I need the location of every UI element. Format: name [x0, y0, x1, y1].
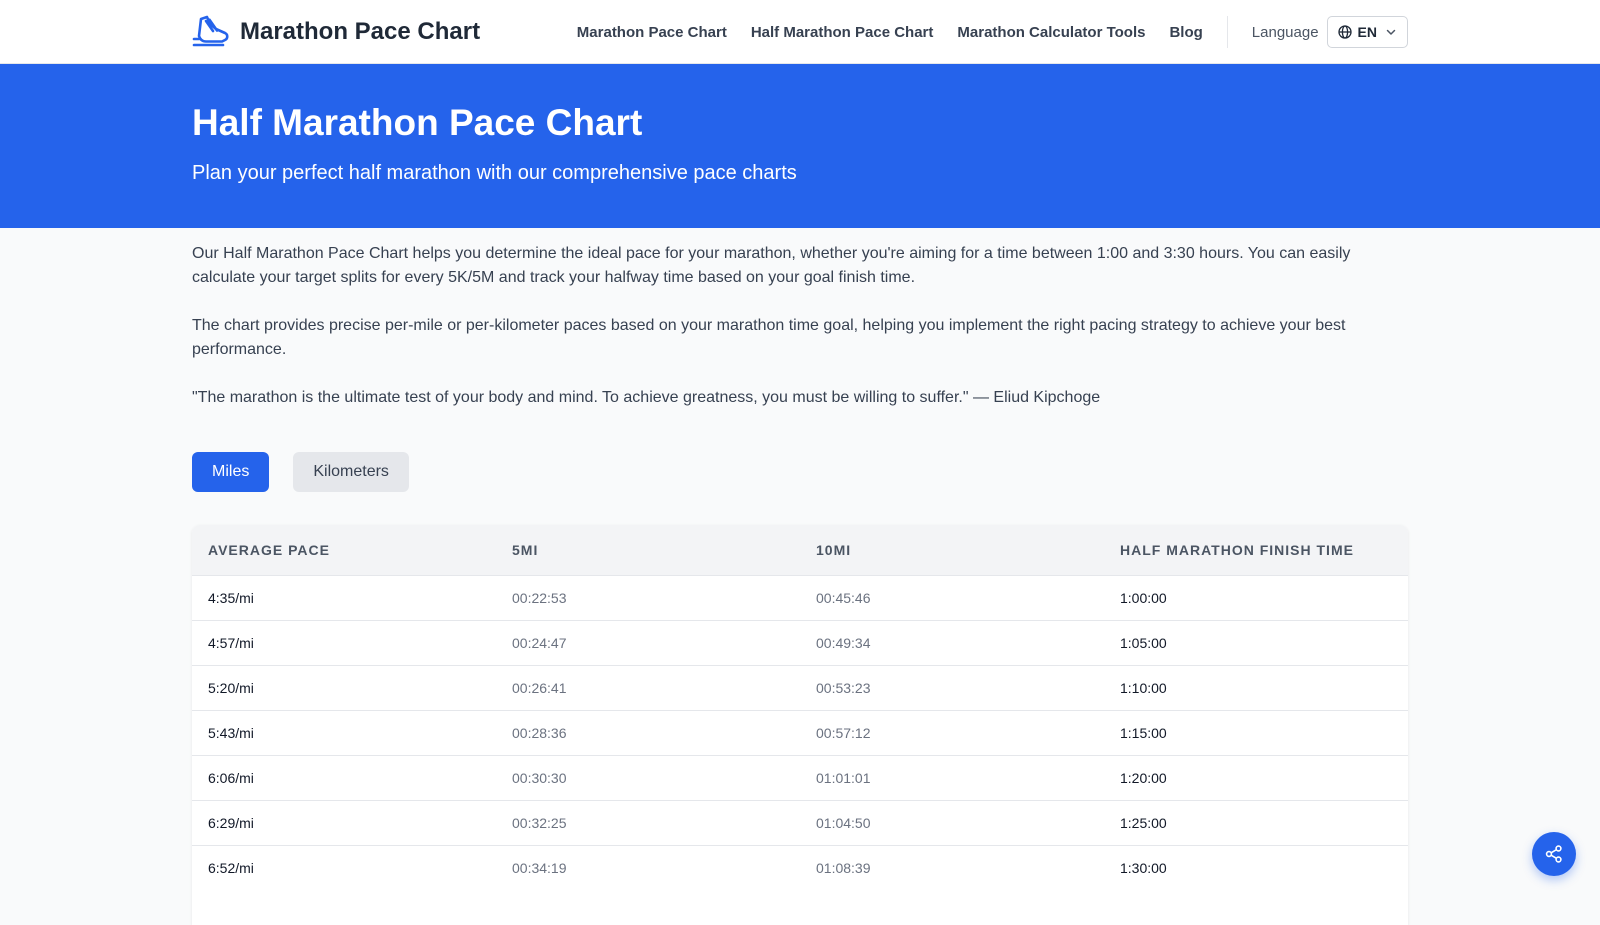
pace-cell: 4:57/mi	[208, 634, 254, 651]
miles-button[interactable]: Miles	[192, 452, 270, 492]
column-header-average-pace: AVERAGE PACE	[208, 541, 330, 558]
split-10mi-cell: 01:01:01	[816, 769, 871, 786]
split-5mi-cell: 00:30:30	[512, 769, 567, 786]
split-10mi-cell: 00:57:12	[816, 724, 871, 741]
column-header-5mi: 5MI	[512, 541, 539, 558]
navbar-inner: Marathon Pace Chart Marathon Pace Chart …	[192, 0, 1408, 64]
page-title: Half Marathon Pace Chart	[192, 102, 643, 143]
language-label: Language	[1251, 23, 1319, 41]
nav-link-calculator-tools[interactable]: Marathon Calculator Tools	[957, 24, 1145, 41]
finish-time-cell: 1:25:00	[1120, 814, 1167, 831]
page-subtitle: Plan your perfect half marathon with our…	[192, 162, 797, 184]
unit-toggle: Miles Kilometers	[192, 452, 409, 492]
kilometers-button[interactable]: Kilometers	[293, 452, 409, 492]
nav-link-marathon-pace-chart[interactable]: Marathon Pace Chart	[577, 24, 727, 41]
pace-cell: 6:06/mi	[208, 769, 254, 786]
intro-paragraph: Our Half Marathon Pace Chart helps you d…	[192, 245, 1351, 286]
column-header-finish-time: HALF MARATHON FINISH TIME	[1120, 541, 1354, 558]
nav-link-blog[interactable]: Blog	[1169, 24, 1202, 41]
column-header-10mi: 10MI	[816, 541, 852, 558]
share-button[interactable]	[1532, 832, 1576, 876]
split-5mi-cell: 00:32:25	[512, 814, 567, 831]
running-shoe-icon	[192, 15, 229, 47]
split-10mi-cell: 01:08:39	[816, 859, 871, 876]
globe-icon	[1337, 25, 1352, 39]
pace-cell: 6:52/mi	[208, 859, 254, 876]
finish-time-cell: 1:10:00	[1120, 679, 1167, 696]
pace-cell: 6:29/mi	[208, 814, 254, 831]
share-icon	[1545, 845, 1562, 863]
split-10mi-cell: 01:04:50	[816, 814, 871, 831]
language-selector[interactable]: EN	[1326, 16, 1408, 48]
main-nav: Marathon Pace Chart Half Marathon Pace C…	[577, 16, 1408, 48]
split-5mi-cell: 00:26:41	[512, 679, 567, 696]
intro-paragraph: The chart provides precise per-mile or p…	[192, 317, 1346, 358]
nav-link-half-marathon-pace-chart[interactable]: Half Marathon Pace Chart	[751, 24, 934, 41]
pace-cell: 5:20/mi	[208, 679, 254, 696]
main-content: Our Half Marathon Pace Chart helps you d…	[192, 242, 1408, 434]
finish-time-cell: 1:15:00	[1120, 724, 1167, 741]
hero-banner: Half Marathon Pace Chart Plan your perfe…	[0, 64, 1600, 228]
finish-time-cell: 1:00:00	[1120, 589, 1167, 606]
table-row: 5:43/mi 00:28:36 00:57:12 1:15:00	[192, 710, 1408, 755]
split-10mi-cell: 00:49:34	[816, 634, 871, 651]
brand-home-link[interactable]: Marathon Pace Chart	[192, 15, 480, 49]
table-row: 5:20/mi 00:26:41 00:53:23 1:10:00	[192, 665, 1408, 710]
table-row: 6:52/mi 00:34:19 01:08:39 1:30:00	[192, 845, 1408, 890]
table-row: 4:35/mi 00:22:53 00:45:46 1:00:00	[192, 575, 1408, 620]
split-5mi-cell: 00:34:19	[512, 859, 567, 876]
nav-divider	[1226, 16, 1228, 48]
intro-text: Our Half Marathon Pace Chart helps you d…	[192, 242, 1408, 410]
pace-table: AVERAGE PACE 5MI 10MI HALF MARATHON FINI…	[192, 525, 1408, 890]
finish-time-cell: 1:30:00	[1120, 859, 1167, 876]
table-header-row: AVERAGE PACE 5MI 10MI HALF MARATHON FINI…	[192, 525, 1408, 575]
chevron-down-icon	[1386, 29, 1396, 35]
split-10mi-cell: 00:45:46	[816, 589, 871, 606]
split-10mi-cell: 00:53:23	[816, 679, 871, 696]
table-row: 6:29/mi 00:32:25 01:04:50 1:25:00	[192, 800, 1408, 845]
pace-table-card: AVERAGE PACE 5MI 10MI HALF MARATHON FINI…	[192, 525, 1408, 925]
table-row: 4:57/mi 00:24:47 00:49:34 1:05:00	[192, 620, 1408, 665]
pace-cell: 5:43/mi	[208, 724, 254, 741]
split-5mi-cell: 00:28:36	[512, 724, 567, 741]
language-code: EN	[1357, 24, 1377, 40]
finish-time-cell: 1:05:00	[1120, 634, 1167, 651]
split-5mi-cell: 00:22:53	[512, 589, 567, 606]
split-5mi-cell: 00:24:47	[512, 634, 567, 651]
finish-time-cell: 1:20:00	[1120, 769, 1167, 786]
quote-paragraph: "The marathon is the ultimate test of yo…	[192, 389, 1101, 406]
table-row: 6:06/mi 00:30:30 01:01:01 1:20:00	[192, 755, 1408, 800]
top-navbar: Marathon Pace Chart Marathon Pace Chart …	[0, 0, 1600, 64]
pace-cell: 4:35/mi	[208, 589, 254, 606]
brand-name: Marathon Pace Chart	[240, 18, 481, 45]
